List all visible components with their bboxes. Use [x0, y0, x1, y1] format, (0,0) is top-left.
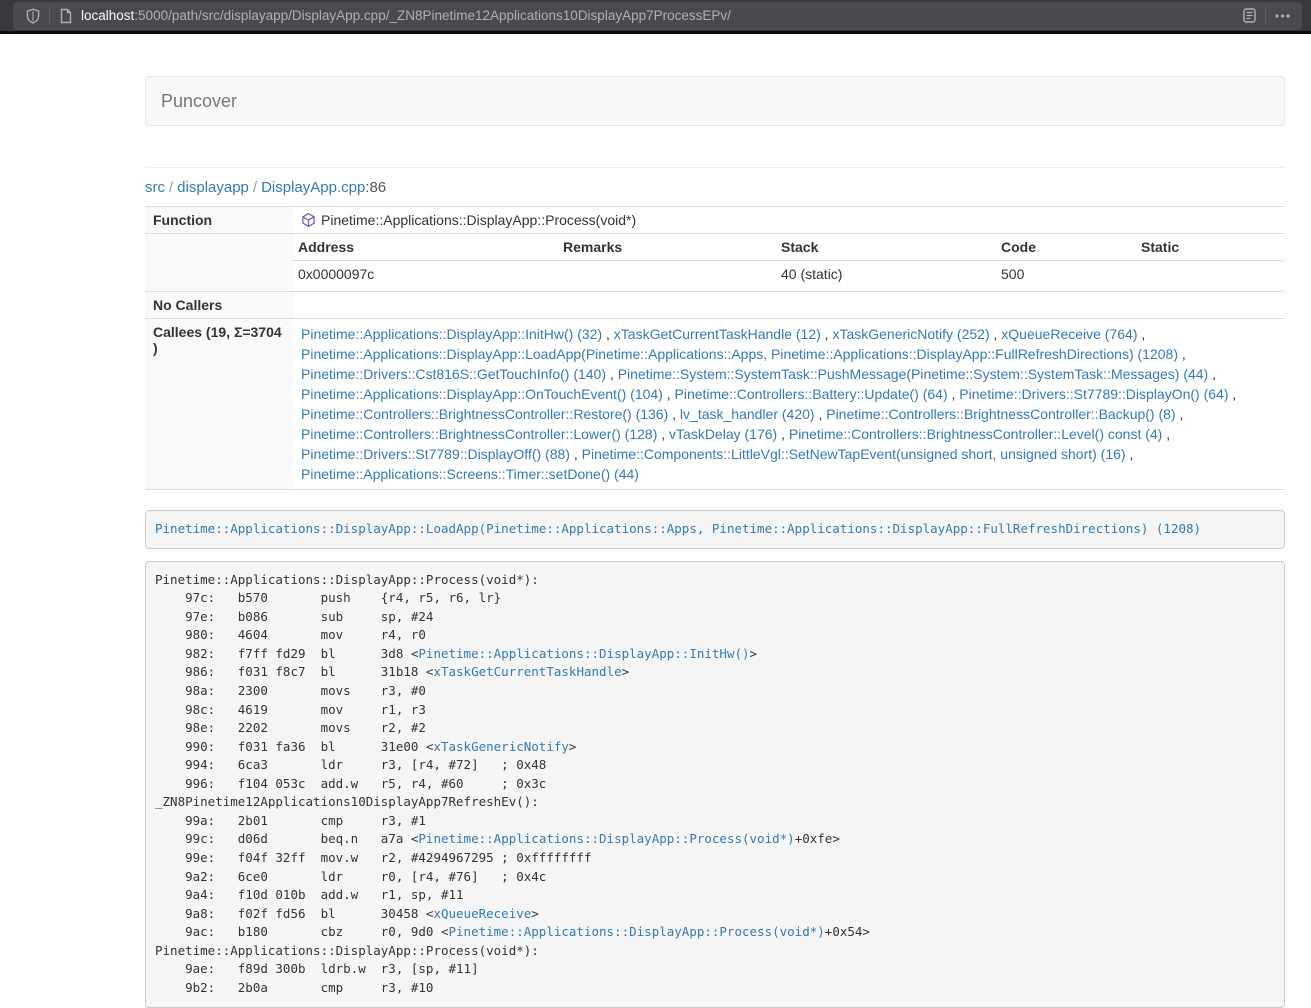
brand-title[interactable]: Puncover [146, 91, 252, 112]
package-icon [301, 212, 316, 228]
url-host: localhost [81, 8, 134, 23]
column-header-stack: Stack [776, 234, 996, 261]
breadcrumb-link-file[interactable]: DisplayApp.cpp [261, 179, 365, 196]
callees-list: Pinetime::Applications::DisplayApp::Init… [293, 319, 1285, 490]
callee-link[interactable]: Pinetime::Drivers::St7789::DisplayOff() … [301, 446, 570, 462]
breadcrumb: src/displayapp/DisplayApp.cpp:86 [145, 179, 1285, 196]
callers-cell [293, 292, 1285, 319]
reader-mode-icon[interactable] [1238, 5, 1260, 27]
callee-link[interactable]: lv_task_handler (420) [680, 406, 815, 422]
callee-link[interactable]: xTaskGetCurrentTaskHandle (12) [614, 326, 821, 342]
stats-values-row: 0x0000097c 40 (static) 500 [293, 261, 1285, 288]
static-value [1136, 261, 1285, 288]
callees-label: Callees (19, Σ=3704 ) [145, 319, 293, 490]
callee-link[interactable]: Pinetime::System::SystemTask::PushMessag… [618, 366, 1209, 382]
page-actions-icon[interactable] [1271, 5, 1293, 27]
callee-link[interactable]: Pinetime::Drivers::St7789::DisplayOn() (… [959, 386, 1228, 402]
stats-table: Address Remarks Stack Code Static 0x0000… [293, 234, 1285, 287]
callee-link[interactable]: Pinetime::Drivers::Cst816S::GetTouchInfo… [301, 366, 606, 382]
breadcrumb-separator: / [249, 179, 261, 196]
callee-link[interactable]: Pinetime::Controllers::BrightnessControl… [789, 426, 1162, 442]
remarks-value [558, 261, 776, 288]
callee-link[interactable]: Pinetime::Applications::Screens::Timer::… [301, 466, 639, 482]
callee-link[interactable]: Pinetime::Controllers::Battery::Update()… [675, 386, 948, 402]
stats-row: Address Remarks Stack Code Static 0x0000… [145, 234, 1285, 292]
url-bar[interactable]: localhost:5000/path/src/displayapp/Displ… [13, 2, 1302, 30]
function-name: Pinetime::Applications::DisplayApp::Proc… [321, 212, 636, 228]
stats-table-cell: Address Remarks Stack Code Static 0x0000… [293, 234, 1285, 292]
breadcrumb-line-number: :86 [365, 179, 386, 196]
callee-link[interactable]: Pinetime::Controllers::BrightnessControl… [301, 426, 657, 442]
function-label: Function [145, 207, 293, 234]
callers-row: No Callers [145, 292, 1285, 319]
navbar: Puncover [145, 76, 1285, 126]
no-callers-label: No Callers [145, 292, 293, 319]
page-icon[interactable] [55, 5, 77, 27]
shield-icon[interactable] [22, 5, 44, 27]
function-table: Function Pinetime::Applications::Display… [145, 206, 1285, 490]
breadcrumb-separator: / [165, 179, 177, 196]
urlbar-separator [49, 7, 50, 24]
callee-link[interactable]: Pinetime::Controllers::BrightnessControl… [301, 406, 668, 422]
callee-link[interactable]: Pinetime::Controllers::BrightnessControl… [826, 406, 1175, 422]
stack-value: 40 (static) [776, 261, 996, 288]
function-name-cell: Pinetime::Applications::DisplayApp::Proc… [293, 207, 1285, 234]
url-path: :5000/path/src/displayapp/DisplayApp.cpp… [134, 8, 731, 23]
address-value: 0x0000097c [293, 261, 558, 288]
url-text: localhost:5000/path/src/displayapp/Displ… [81, 8, 1238, 23]
callee-link[interactable]: Pinetime::Applications::DisplayApp::Init… [301, 326, 602, 342]
callee-link[interactable]: Pinetime::Components::LittleVgl::SetNewT… [582, 446, 1126, 462]
code-symbol-link[interactable]: Pinetime::Applications::DisplayApp::Proc… [449, 924, 825, 939]
code-size-value: 500 [996, 261, 1136, 288]
code-symbol-link[interactable]: xTaskGenericNotify [433, 739, 568, 754]
disassembly-block: Pinetime::Applications::DisplayApp::Proc… [145, 561, 1285, 1008]
callee-link[interactable]: Pinetime::Applications::DisplayApp::Load… [301, 346, 1178, 362]
breadcrumb-link-displayapp[interactable]: displayapp [177, 179, 249, 196]
function-row: Function Pinetime::Applications::Display… [145, 207, 1285, 234]
breadcrumb-link-src[interactable]: src [145, 179, 165, 196]
code-symbol-link[interactable]: xTaskGetCurrentTaskHandle [433, 664, 621, 679]
callee-link[interactable]: vTaskDelay (176) [669, 426, 777, 442]
callees-row: Callees (19, Σ=3704 ) Pinetime::Applicat… [145, 319, 1285, 490]
urlbar-separator [1265, 7, 1266, 24]
code-symbol-link[interactable]: xQueueReceive [433, 906, 531, 921]
browser-chrome: localhost:5000/path/src/displayapp/Displ… [0, 0, 1311, 34]
column-header-address: Address [293, 234, 558, 261]
callee-link[interactable]: xTaskGenericNotify (252) [832, 326, 989, 342]
loadapp-link[interactable]: Pinetime::Applications::DisplayApp::Load… [155, 521, 1201, 536]
callee-link[interactable]: xQueueReceive (764) [1001, 326, 1137, 342]
code-symbol-link[interactable]: Pinetime::Applications::DisplayApp::Proc… [418, 831, 794, 846]
callee-link[interactable]: Pinetime::Applications::DisplayApp::OnTo… [301, 386, 663, 402]
column-header-remarks: Remarks [558, 234, 776, 261]
page-container: Puncover src/displayapp/DisplayApp.cpp:8… [145, 76, 1285, 1008]
loadapp-highlight-box: Pinetime::Applications::DisplayApp::Load… [145, 510, 1285, 549]
divider [145, 167, 1285, 168]
column-header-static: Static [1136, 234, 1285, 261]
column-header-code: Code [996, 234, 1136, 261]
code-symbol-link[interactable]: Pinetime::Applications::DisplayApp::Init… [418, 646, 749, 661]
stats-row-spacer [145, 234, 293, 292]
